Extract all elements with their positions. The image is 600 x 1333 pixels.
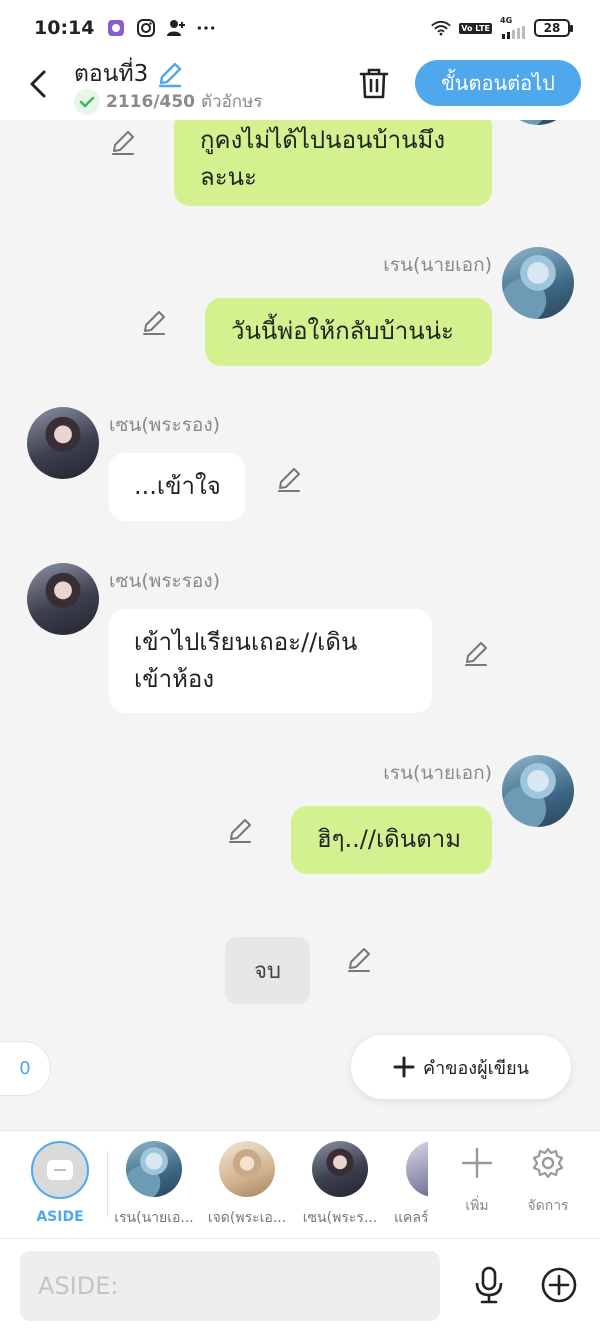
message-bubble[interactable]: ฮิๆ..//เดินตาม bbox=[291, 806, 492, 874]
chat-area[interactable]: กูคงไม่ได้ไปนอนบ้านมึง ละนะ เรน(นายเอก) … bbox=[0, 120, 600, 1130]
network-type: 4G bbox=[500, 16, 513, 25]
add-person-icon bbox=[166, 18, 186, 38]
character-zen[interactable]: เซน(พระร... bbox=[297, 1141, 383, 1229]
author-note-label: คำของผู้เขียน bbox=[423, 1057, 529, 1079]
edit-message-button[interactable] bbox=[275, 465, 303, 493]
pencil-icon bbox=[159, 62, 182, 88]
character-label: เซน(พระร... bbox=[302, 1210, 378, 1226]
avatar[interactable] bbox=[502, 120, 574, 125]
edit-message-button[interactable] bbox=[109, 128, 137, 156]
aside-label: ASIDE bbox=[36, 1209, 84, 1225]
message-bubble[interactable]: ...เข้าใจ bbox=[109, 453, 245, 521]
instagram-icon bbox=[136, 18, 156, 38]
wifi-icon bbox=[431, 18, 452, 38]
check-icon bbox=[74, 88, 100, 115]
status-left-icons bbox=[106, 18, 216, 38]
character-jed[interactable]: เจด(พระเอ... bbox=[204, 1141, 290, 1229]
message-input[interactable] bbox=[20, 1251, 440, 1321]
message-bubble[interactable]: วันนี้พ่อให้กลับบ้านน่ะ bbox=[205, 298, 492, 366]
edit-message-button[interactable] bbox=[462, 639, 490, 667]
volte-badge: Vo LTE bbox=[459, 22, 492, 34]
signal-icon: 4G bbox=[500, 17, 526, 39]
message-text-line: เข้าห้อง bbox=[134, 665, 215, 693]
message-bubble[interactable]: เข้าไปเรียนเถอะ//เดิน เข้าห้อง bbox=[109, 609, 432, 713]
add-attachment-button[interactable] bbox=[540, 1266, 578, 1304]
pencil-icon bbox=[143, 311, 165, 335]
app-notification-icon bbox=[106, 18, 126, 38]
plus-circle-icon bbox=[541, 1267, 577, 1303]
aside-icon bbox=[31, 1141, 89, 1199]
edit-title-button[interactable] bbox=[156, 60, 184, 88]
add-character-button[interactable]: เพิ่ม bbox=[447, 1143, 507, 1217]
trash-icon bbox=[359, 68, 389, 99]
pencil-icon bbox=[112, 131, 134, 155]
gear-icon bbox=[532, 1147, 564, 1179]
speaker-name: เรน(นายเอก) bbox=[383, 254, 492, 276]
message-text: วันนี้พ่อให้กลับบ้านน่ะ bbox=[231, 317, 454, 345]
speaker-name: เรน(นายเอก) bbox=[383, 762, 492, 784]
input-bar bbox=[0, 1238, 600, 1333]
character-claire[interactable]: แคลร์ bbox=[388, 1141, 428, 1229]
avatar bbox=[219, 1141, 275, 1197]
character-bar: ASIDE เรน(นายเอ... เจด(พระเอ... เซน(พระร… bbox=[0, 1130, 600, 1238]
battery-indicator: 28 bbox=[534, 19, 573, 37]
avatar bbox=[406, 1141, 428, 1197]
character-label: เรน(นายเอ... bbox=[114, 1210, 194, 1226]
status-bar: 10:14 Vo LTE 4G 28 bbox=[0, 0, 600, 56]
editor-header: ตอนที่3 2116/450 ตัวอักษร ขั้นตอนต่อไป bbox=[0, 56, 600, 120]
manage-label: จัดการ bbox=[527, 1198, 569, 1214]
message-text-line: ละนะ bbox=[200, 163, 257, 191]
edit-message-button[interactable] bbox=[345, 945, 373, 973]
plus-icon bbox=[461, 1147, 493, 1179]
speaker-name: เซน(พระรอง) bbox=[109, 570, 221, 592]
message-text: ฮิๆ..//เดินตาม bbox=[317, 825, 462, 853]
avatar bbox=[126, 1141, 182, 1197]
chevron-left-icon bbox=[30, 70, 46, 98]
end-marker[interactable]: จบ bbox=[225, 937, 310, 1004]
episode-title: ตอนที่3 bbox=[74, 56, 184, 92]
more-dots-icon bbox=[196, 18, 216, 38]
episode-title-text: ตอนที่3 bbox=[74, 61, 149, 87]
status-time: 10:14 bbox=[34, 17, 95, 39]
char-unit: ตัวอักษร bbox=[201, 92, 263, 112]
delete-button[interactable] bbox=[356, 64, 392, 102]
add-label: เพิ่ม bbox=[465, 1198, 489, 1214]
message-text-line: กูคงไม่ได้ไปนอนบ้านมึง bbox=[200, 126, 446, 154]
microphone-icon bbox=[475, 1266, 503, 1304]
character-ren[interactable]: เรน(นายเอ... bbox=[111, 1141, 197, 1229]
voice-input-button[interactable] bbox=[470, 1265, 508, 1305]
character-label: แคลร์ bbox=[394, 1210, 428, 1226]
message-text: ...เข้าใจ bbox=[134, 472, 221, 500]
message-bubble[interactable]: กูคงไม่ได้ไปนอนบ้านมึง ละนะ bbox=[174, 120, 492, 206]
pencil-icon bbox=[229, 819, 251, 843]
edit-message-button[interactable] bbox=[140, 308, 168, 336]
pencil-icon bbox=[465, 642, 487, 666]
manage-characters-button[interactable]: จัดการ bbox=[518, 1143, 578, 1217]
character-label: เจด(พระเอ... bbox=[207, 1210, 287, 1226]
aside-selector[interactable]: ASIDE bbox=[17, 1141, 103, 1225]
pencil-icon bbox=[278, 468, 300, 492]
author-note-button[interactable]: คำของผู้เขียน bbox=[351, 1035, 571, 1099]
status-right-icons: Vo LTE 4G 28 bbox=[431, 17, 573, 39]
plus-icon bbox=[393, 1056, 415, 1078]
avatar bbox=[312, 1141, 368, 1197]
message-text-line: เข้าไปเรียนเถอะ//เดิน bbox=[134, 628, 358, 656]
avatar[interactable] bbox=[502, 755, 574, 827]
edit-message-button[interactable] bbox=[226, 816, 254, 844]
avatar[interactable] bbox=[27, 563, 99, 635]
char-count-row: 2116/450 ตัวอักษร bbox=[74, 88, 262, 115]
avatar[interactable] bbox=[27, 407, 99, 479]
divider bbox=[107, 1151, 108, 1217]
avatar[interactable] bbox=[502, 247, 574, 319]
pencil-icon bbox=[348, 948, 370, 972]
char-count: 2116/450 bbox=[106, 91, 196, 112]
speaker-name: เซน(พระรอง) bbox=[109, 414, 221, 436]
back-button[interactable] bbox=[22, 66, 54, 102]
comment-counter[interactable]: 0 bbox=[0, 1041, 51, 1096]
next-step-button[interactable]: ขั้นตอนต่อไป bbox=[415, 60, 581, 106]
